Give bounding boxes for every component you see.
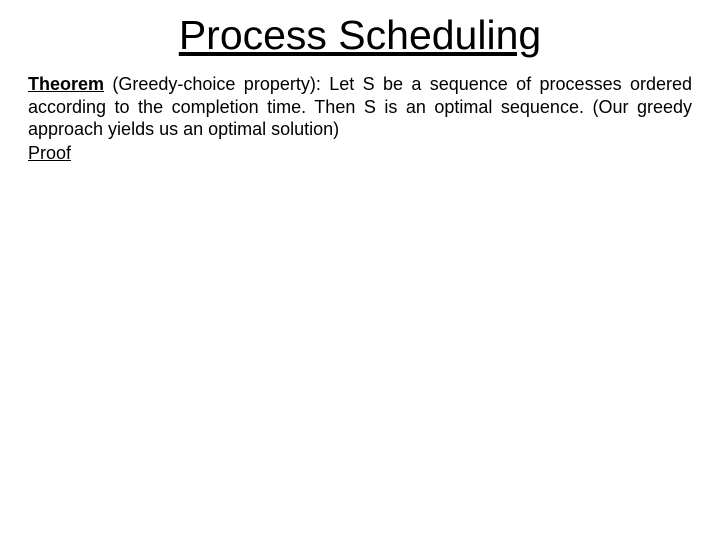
- proof-label: Proof: [28, 143, 692, 164]
- theorem-paragraph: Theorem (Greedy-choice property): Let S …: [28, 73, 692, 141]
- slide-container: Process Scheduling Theorem (Greedy-choic…: [0, 0, 720, 540]
- theorem-text: (Greedy-choice property): Let S be a seq…: [28, 74, 692, 139]
- slide-title: Process Scheduling: [28, 12, 692, 59]
- theorem-label: Theorem: [28, 74, 104, 94]
